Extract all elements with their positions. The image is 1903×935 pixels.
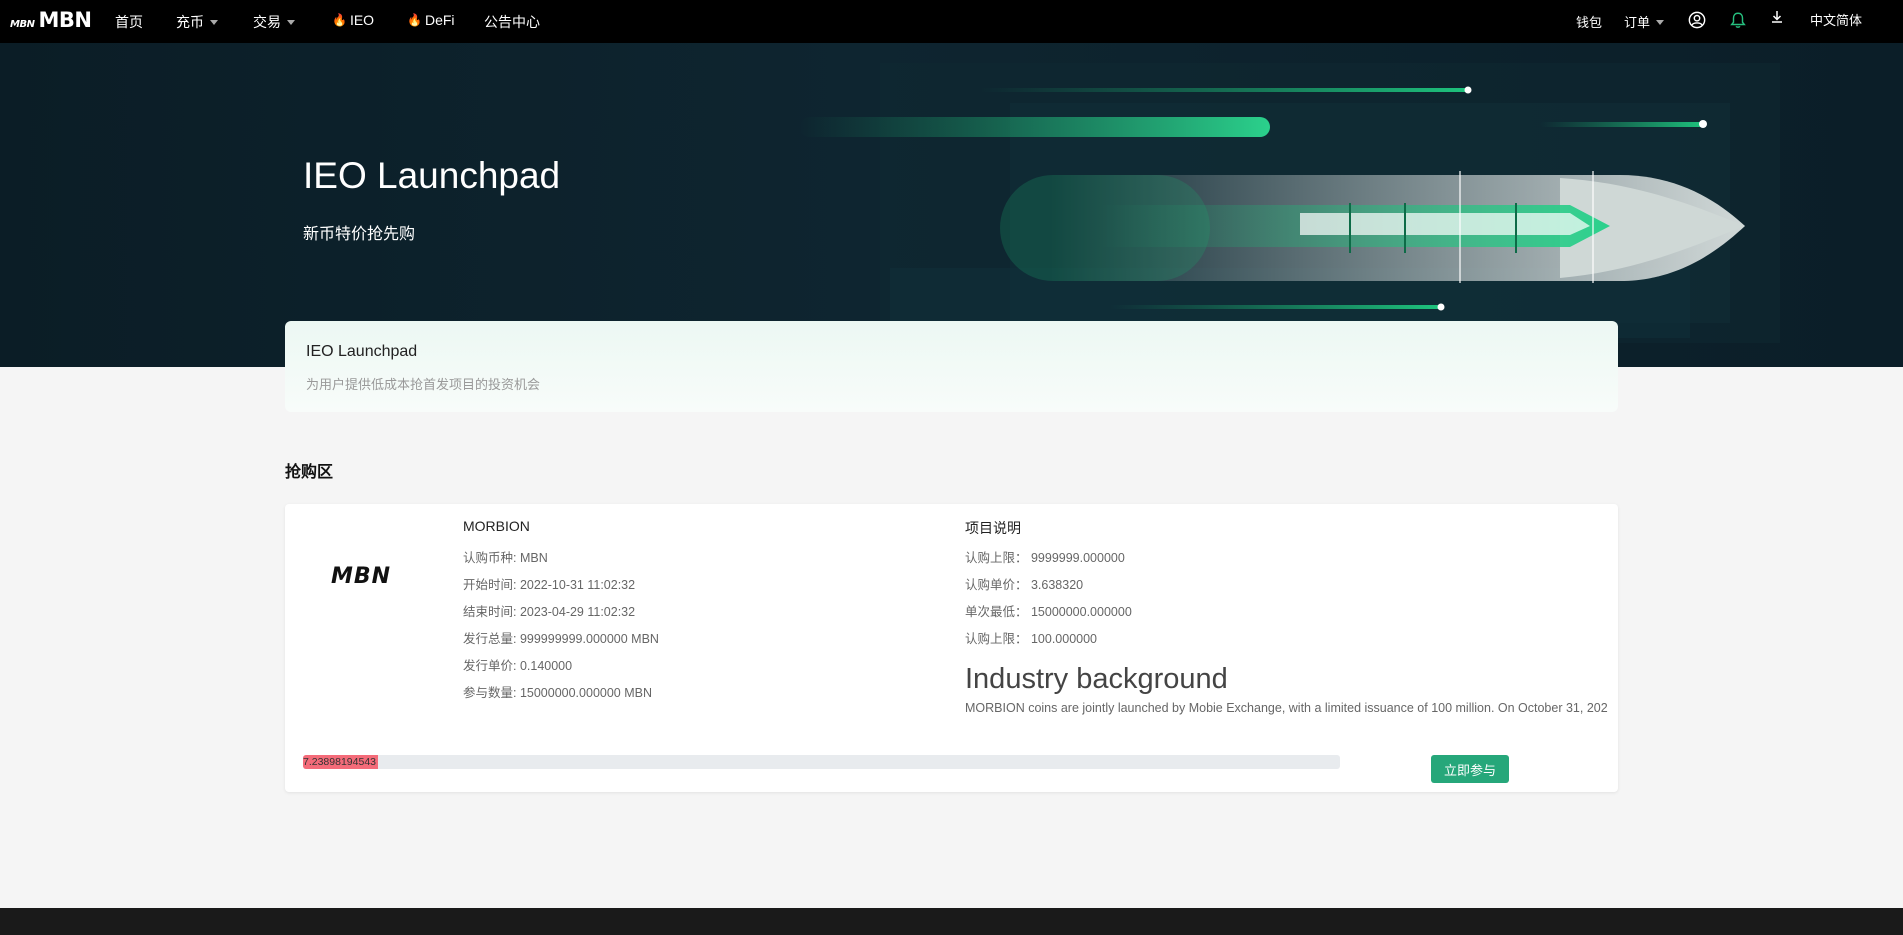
logo[interactable]: MBN MBN	[10, 8, 92, 32]
description-row: 单次最低： 15000000.000000	[965, 605, 1132, 619]
fire-icon: 🔥	[332, 13, 347, 27]
nav-deposit-label: 充币	[176, 14, 204, 30]
nav-home-label: 首页	[115, 14, 143, 30]
detail-row: 结束时间: 2023-04-29 11:02:32	[463, 605, 636, 619]
intro-subtitle: 为用户提供低成本抢首发项目的投资机会	[306, 377, 541, 392]
nav-defi-label: DeFi	[424, 12, 455, 28]
detail-row: 开始时间: 2022-10-31 11:02:32	[463, 578, 636, 592]
nav-announcements[interactable]: 公告中心	[484, 12, 540, 32]
progress-label: 7.23898194543	[303, 756, 376, 768]
join-button[interactable]: 立即参与	[1431, 755, 1509, 783]
nav-trade-label: 交易	[253, 14, 281, 30]
fire-icon: 🔥	[407, 13, 422, 27]
project-description: 项目说明 认购上限： 9999999.000000 认购单价： 3.638320…	[965, 518, 1615, 715]
background-title: Industry background	[965, 663, 1228, 695]
description-title: 项目说明	[965, 520, 1021, 536]
bell-icon[interactable]	[1729, 11, 1747, 29]
nav-trade[interactable]: 交易	[253, 12, 295, 32]
project-details: MORBION 认购币种: MBN 开始时间: 2022-10-31 11:02…	[463, 518, 943, 707]
nav-ieo-label: IEO	[349, 12, 375, 28]
nav-wallet-label: 钱包	[1576, 15, 1603, 30]
intro-title: IEO Launchpad	[306, 343, 418, 360]
nav-home[interactable]: 首页	[115, 12, 143, 32]
project-name: MORBION	[463, 518, 530, 534]
language-label: 中文简体	[1810, 13, 1863, 28]
rocket-illustration	[800, 63, 1780, 343]
hero-title: IEO Launchpad	[303, 155, 561, 196]
project-logo: MBN	[331, 564, 392, 589]
description-row: 认购上限： 9999999.000000	[965, 551, 1125, 565]
top-nav: MBN MBN 首页 充币 交易 🔥 IEO 🔥 DeFi 公告中心 钱包 订单	[0, 0, 1903, 43]
detail-row: 发行单价: 0.140000	[463, 659, 573, 673]
nav-deposit[interactable]: 充币	[176, 12, 218, 32]
language-selector[interactable]: 中文简体	[1810, 10, 1862, 29]
description-row: 认购上限： 100.000000	[965, 632, 1098, 646]
intro-card: IEO Launchpad 为用户提供低成本抢首发项目的投资机会	[285, 321, 1618, 412]
download-icon[interactable]	[1769, 9, 1785, 25]
chevron-down-icon	[1656, 19, 1665, 25]
nav-orders-label: 订单	[1624, 15, 1651, 30]
logo-mark: MBN	[10, 19, 35, 30]
nav-wallet[interactable]: 钱包	[1576, 12, 1602, 31]
hero-subtitle: 新币特价抢先购	[303, 226, 416, 243]
user-account-icon[interactable]	[1688, 11, 1706, 29]
detail-row: 参与数量: 15000000.000000 MBN	[463, 686, 652, 700]
nav-orders[interactable]: 订单	[1624, 12, 1665, 31]
nav-defi[interactable]: 🔥 DeFi	[407, 12, 455, 28]
project-card: MBN MORBION 认购币种: MBN 开始时间: 2022-10-31 1…	[285, 504, 1618, 792]
chevron-down-icon	[210, 20, 218, 25]
nav-ieo[interactable]: 🔥 IEO	[332, 12, 374, 28]
background-text: MORBION coins are jointly launched by Mo…	[965, 701, 1608, 715]
hero-banner: IEO Launchpad 新币特价抢先购	[0, 43, 1903, 367]
section-title: 抢购区	[285, 464, 334, 481]
detail-row: 发行总量: 999999999.000000 MBN	[463, 632, 659, 646]
detail-row: 认购币种: MBN	[463, 551, 548, 565]
chevron-down-icon	[287, 20, 295, 25]
nav-announcements-label: 公告中心	[484, 14, 540, 30]
progress-bar: 7.23898194543	[303, 755, 1340, 769]
logo-text: MBN	[38, 8, 92, 32]
description-row: 认购单价： 3.638320	[965, 578, 1084, 592]
footer	[0, 908, 1903, 935]
